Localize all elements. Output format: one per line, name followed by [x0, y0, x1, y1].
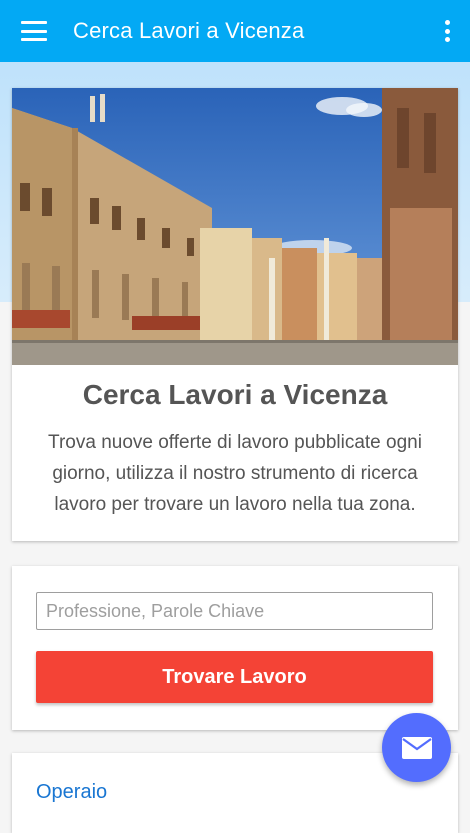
hamburger-menu-icon[interactable] [21, 21, 47, 41]
search-card: Trovare Lavoro [12, 566, 458, 730]
intro-description: Trova nuove offerte di lavoro pubblicate… [48, 432, 422, 515]
email-icon [401, 736, 432, 759]
intro-title: Cerca Lavori a Vicenza [82, 379, 388, 410]
more-vert-icon[interactable] [444, 20, 450, 42]
app-bar-title: Cerca Lavori a Vicenza [73, 18, 305, 43]
intro-card: Cerca Lavori a Vicenza Trova nuove offer… [12, 88, 458, 541]
app-bar: Cerca Lavori a Vicenza [0, 0, 470, 62]
job-category-link[interactable]: Operaio [36, 781, 107, 804]
keyword-search-input[interactable] [36, 592, 433, 630]
email-fab-button[interactable] [382, 713, 451, 782]
find-jobs-button[interactable]: Trovare Lavoro [36, 651, 433, 703]
vicenza-piazza-photo [12, 88, 458, 365]
